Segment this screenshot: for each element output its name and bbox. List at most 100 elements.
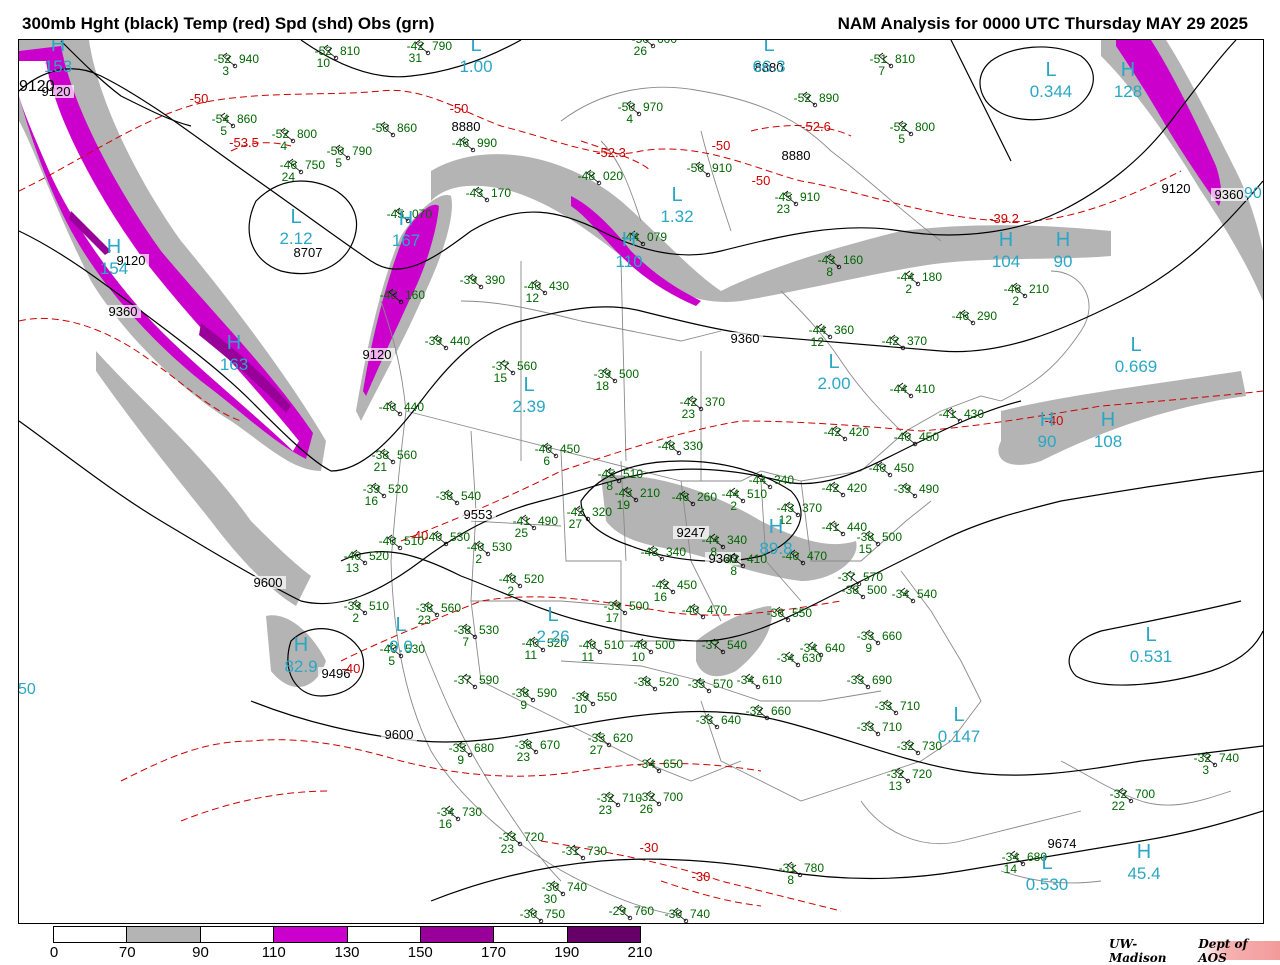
station-plot[interactable]: -48 330 [658,439,704,456]
station-plot[interactable]: -40 43012 [524,279,570,305]
station-plot[interactable]: -44 1802 [897,270,943,296]
station-plot[interactable]: -35 62027 [588,731,634,757]
station-plot[interactable]: -30 750 [520,907,566,923]
station-plot[interactable]: -46 75024 [280,158,326,184]
station-plot[interactable]: -33 72023 [499,830,545,856]
height-contour-label: 9553 [464,507,493,522]
station-plot[interactable]: -31 730 [562,844,608,861]
station-plot[interactable]: -46 290 [952,309,998,326]
station-plot[interactable]: -39 440 [425,334,471,351]
station-plot[interactable]: -39 5102 [344,599,390,625]
station-plot[interactable]: -44 36012 [809,323,855,349]
extremum-letter: H [227,332,241,354]
station-plot[interactable]: -42 420 [822,481,868,498]
station-plot[interactable]: -48 020 [578,169,624,186]
weather-map[interactable]: 9120 8880 8880 8880 9120 8707 9360 9120 9360 9120… [18,39,1264,924]
station-plot[interactable]: -38 50015 [857,530,903,556]
station-plot[interactable]: -40 470 [682,603,728,620]
station-plot[interactable]: -31 7808 [779,861,825,887]
station-plot[interactable]: -34 610 [737,673,783,690]
obs-height: 260 [697,490,717,504]
station-plot[interactable]: -32 72013 [887,767,933,793]
station-plot[interactable]: -40 50010 [630,638,676,664]
station-plot[interactable]: -38 540 [436,489,482,506]
legend-tick-label: 70 [118,944,136,961]
station-plot[interactable]: -52 8004 [272,127,318,153]
obs-dewpoint-depression: 22 [1112,799,1126,813]
station-plot[interactable]: -33 690 [847,673,893,690]
station-plot[interactable]: -52 9403 [214,52,260,78]
station-plot[interactable]: -5060026 [632,40,678,58]
obs-height: 340 [774,473,794,487]
station-plot[interactable]: -36 67023 [515,738,561,764]
station-plot[interactable]: -32 70022 [1110,787,1156,813]
station-plot[interactable]: -52 81010 [315,44,361,70]
extremum-letter: L [1041,852,1052,874]
station-plot[interactable]: -39 55010 [572,690,618,716]
station-plot[interactable]: -38 500 [842,583,888,600]
station-plot[interactable]: -40 510 [379,534,425,551]
obs-temperature: -43 [466,186,484,200]
station-plot[interactable]: -35 570 [688,677,734,694]
station-plot[interactable]: -42 79031 [407,40,453,65]
station-plot[interactable]: -46 2102 [1004,282,1050,308]
station-plot[interactable]: -39 490 [894,482,940,499]
station-plot[interactable]: -30 74030 [542,880,588,906]
extremum-value: 89.8 [759,539,792,558]
station-plot[interactable]: -42 37023 [680,395,726,421]
station-plot[interactable]: -40 51011 [579,638,625,664]
station-plot[interactable]: -40 440 [379,400,425,417]
extremum-value: 110 [615,252,642,271]
station-plot[interactable]: -30 740 [665,907,711,923]
station-plot[interactable]: -40 4506 [535,442,581,468]
station-plot[interactable]: -41 430 [939,407,985,424]
station-plot[interactable]: -35 6809 [449,741,495,767]
station-plot[interactable]: -38 520 [634,675,680,692]
extremum-letter: H [1121,59,1135,81]
extremum-letter: H [1040,409,1054,431]
station-plot[interactable]: -34 73016 [437,805,483,831]
station-plot[interactable]: -34 650 [638,757,684,774]
station-plot[interactable]: -44 410 [890,382,936,399]
obs-height: 210 [640,486,660,500]
station-plot[interactable]: -51 8107 [870,52,916,78]
station-plot[interactable]: -50 860 [372,121,418,138]
station-plot[interactable]: -50 9704 [618,100,664,126]
obs-height: 750 [305,158,325,172]
station-plot[interactable]: -41 49025 [513,514,559,540]
obs-temperature: -40 [379,534,397,548]
station-plot[interactable]: -33 710 [875,699,921,716]
station-plot[interactable]: -42 370 [882,334,928,351]
station-plot[interactable]: -33 6609 [857,629,903,655]
obs-dewpoint-depression: 7 [462,635,469,649]
station-plot[interactable]: -32 730 [897,739,943,756]
station-plot[interactable]: -45 91023 [775,190,821,216]
station-plot[interactable]: -37 590 [454,673,500,690]
station-plot[interactable]: -29 760 [609,904,655,921]
station-plot[interactable]: -52 890 [794,91,840,108]
obs-dewpoint-depression: 27 [569,517,583,531]
station-plot[interactable]: -32 660 [746,704,792,721]
station-plot[interactable]: -38 56021 [372,448,418,474]
station-plot[interactable]: -40 530 [425,530,471,547]
station-plot[interactable]: -52 8005 [890,120,936,146]
station-plot[interactable]: -33 710 [857,720,903,737]
station-plot[interactable]: -43 170 [466,186,512,203]
obs-height: 420 [849,425,869,439]
station-plot[interactable]: -40 450 [894,430,940,447]
station-plot[interactable]: -33 640 [696,713,742,730]
station-plot[interactable]: -36 550 [767,606,813,623]
station-plot[interactable]: -42 45016 [652,578,698,604]
station-plot[interactable]: -50 7905 [327,144,373,170]
station-plot[interactable]: -39 390 [460,273,506,290]
station-plot[interactable]: -32 7403 [1194,751,1240,777]
station-plot[interactable]: -46 990 [452,136,498,153]
station-plot[interactable]: -40 450 [869,461,915,478]
station-plot[interactable]: -32 70026 [638,790,684,816]
station-plot[interactable]: -39 50018 [594,367,640,393]
station-plot[interactable]: -42 420 [824,425,870,442]
station-plot[interactable]: -42 32027 [567,505,613,531]
station-plot[interactable]: -39 50017 [604,599,650,625]
station-plot[interactable]: -39 52016 [363,482,409,508]
station-plot[interactable]: -32 71023 [597,791,643,817]
